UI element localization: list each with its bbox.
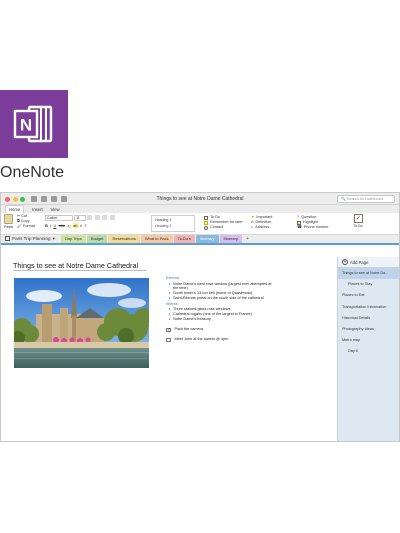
styles-gallery[interactable]: Heading 1 Heading 2 [151, 215, 195, 232]
page-item-places-to-stay[interactable]: Places to Stay [338, 279, 399, 290]
title-underline [13, 270, 147, 271]
subscript-icon[interactable]: x₂ [67, 223, 71, 228]
section-tab-what-to-pack[interactable]: What to Pack [140, 235, 173, 243]
clipboard-group: Paste [4, 214, 13, 229]
paste-icon[interactable] [4, 214, 13, 224]
page-item-day-6[interactable]: Day 6 [338, 346, 399, 357]
notes-outline[interactable]: Exterior: Notre Dame's west rose window … [166, 276, 306, 342]
bullet-list-icon[interactable] [87, 215, 93, 220]
highlight-icon[interactable]: ab [73, 223, 78, 228]
tab-view[interactable]: View [51, 207, 60, 212]
tags-col-3: ? Question Highlight ☎ Phone number [297, 215, 329, 230]
font-color-icon[interactable]: A [80, 223, 83, 228]
contact-icon [204, 225, 208, 230]
align-icon[interactable]: ≡ [84, 223, 86, 228]
todo-item-pack-camera: Pack the camera [166, 327, 306, 332]
exterior-heading: Exterior: [166, 276, 181, 280]
italic-icon[interactable]: I [50, 223, 51, 228]
clipboard-actions: ✂ Cut ⧉ Copy 🖌 Format [17, 214, 35, 229]
indent-icon[interactable] [109, 215, 115, 220]
search-notebooks-input[interactable]: 🔍 Search All Notebooks [337, 195, 395, 203]
pages-pane: + Add Page Things to see at Notre Da... … [337, 257, 399, 441]
question-icon: ? [297, 215, 300, 219]
todo-tag-button[interactable]: ✓ To Do [351, 214, 365, 228]
todo-checkbox-checked[interactable] [166, 327, 171, 332]
outdent-icon[interactable] [102, 215, 108, 220]
notebook-picker[interactable]: Paris Trip Planning ▾ [1, 234, 61, 243]
todo-checkbox-icon: ✓ [353, 214, 363, 223]
format-painter-icon: 🖌 [17, 224, 22, 228]
todo-item-meet-john: Meet John at the towers @ 4pm [166, 337, 306, 342]
house-icon: ⌂ [251, 225, 254, 229]
section-tab-reservations[interactable]: Reservations [108, 235, 140, 243]
style-heading-1[interactable]: Heading 1 [155, 218, 191, 222]
exterior-list: Notre Dame's west rose window (largest e… [166, 282, 306, 300]
section-tab-budget[interactable]: Budget [86, 235, 108, 243]
notebook-icon [5, 236, 10, 241]
page-item-things-to-see[interactable]: Things to see at Notre Da... [338, 268, 399, 280]
font-name-select[interactable]: Calibri [45, 215, 73, 221]
tag-contact[interactable]: Contact [204, 225, 243, 230]
todo-checkbox[interactable] [166, 337, 171, 342]
page-item-photography-ideas[interactable]: Photography Ideas [338, 324, 399, 335]
todo-label: Meet John at the towers @ 4pm [174, 337, 229, 342]
highlighter-icon [204, 220, 208, 225]
onenote-logo: N [0, 90, 68, 158]
highlight-tag-icon [297, 220, 301, 225]
onenote-logo-icon: N [13, 105, 53, 143]
page-item-transportation[interactable]: Transportation Information [338, 302, 399, 313]
interior-list: Three stained-glass rose windows Cathedr… [166, 307, 306, 321]
todo-tag-label: To Do [353, 224, 363, 228]
strikethrough-icon[interactable]: abc [59, 223, 65, 228]
add-section-button[interactable]: + [243, 235, 252, 243]
paste-button[interactable]: Paste [4, 225, 13, 229]
notebook-name: Paris Trip Planning [12, 236, 51, 241]
plus-circle-icon: + [342, 259, 348, 265]
page-item-metro-map[interactable]: Metro map [338, 335, 399, 346]
chevron-down-icon: ▾ [52, 235, 55, 241]
copy-button[interactable]: Copy [21, 219, 30, 223]
svg-text:N: N [20, 116, 32, 135]
tag-phone-number[interactable]: ☎ Phone number [297, 225, 329, 230]
cut-icon: ✂ [17, 214, 21, 218]
list-item: Saint-Étienne portal on the south side o… [169, 296, 306, 301]
tab-home[interactable]: Home [5, 205, 25, 213]
tag-address[interactable]: ⌂ Address [251, 225, 272, 230]
font-group: Calibri 11 B I U abc x₂ ab A ≡ [45, 215, 116, 229]
ribbon: Paste ✂ Cut ⧉ Copy 🖌 Format Calibri 11 B… [1, 213, 399, 235]
underline-icon[interactable]: U [53, 223, 56, 228]
checkbox-icon [204, 215, 208, 220]
format-painter-button[interactable]: Format [23, 224, 35, 228]
page-item-historical-details[interactable]: Historical Details [338, 313, 399, 324]
app-name: OneNote [0, 164, 65, 181]
add-page-button[interactable]: + Add Page [338, 257, 399, 268]
section-tab-itinerary-active[interactable]: Itinerary [196, 235, 219, 243]
copy-icon: ⧉ [17, 219, 20, 223]
tags-col-2: ★ Important A Definition ⌂ Address [251, 215, 272, 230]
numbered-list-icon[interactable] [94, 215, 100, 220]
ribbon-tabs: Home Insert View [1, 205, 399, 213]
notre-dame-photo [14, 278, 149, 368]
section-tabs-bar: Paris Trip Planning ▾ Day Trips Budget R… [1, 235, 399, 245]
page-canvas[interactable]: Things to see at Notre Dame Cathedral Ex… [1, 257, 337, 441]
section-tab-itinerary[interactable]: Itinerary [219, 235, 242, 243]
page-item-places-to-eat[interactable]: Places to Eat [338, 290, 399, 301]
cut-button[interactable]: Cut [21, 214, 27, 218]
font-size-select[interactable]: 11 [74, 215, 87, 221]
list-item: Notre Dame's treasury [169, 317, 306, 322]
style-heading-2[interactable]: Heading 2 [155, 224, 191, 228]
interior-heading: Interior: [166, 301, 179, 306]
todo-label: Pack the camera [174, 327, 204, 332]
tab-insert[interactable]: Insert [32, 207, 42, 212]
search-placeholder: Search All Notebooks [346, 197, 384, 201]
add-page-label: Add Page [350, 259, 369, 265]
section-tab-to-dos[interactable]: To-Do's [173, 235, 196, 243]
phone-icon: ☎ [297, 225, 302, 229]
onenote-window: Things to see at Notre Dame Cathedral 🔍 … [0, 192, 400, 442]
section-tab-day-trips[interactable]: Day Trips [60, 235, 86, 243]
bold-icon[interactable]: B [45, 223, 48, 228]
tags-col-1: To Do Remember for later Contact [204, 215, 243, 230]
page-title[interactable]: Things to see at Notre Dame Cathedral [13, 261, 138, 270]
title-bar: Things to see at Notre Dame Cathedral 🔍 … [1, 193, 399, 205]
